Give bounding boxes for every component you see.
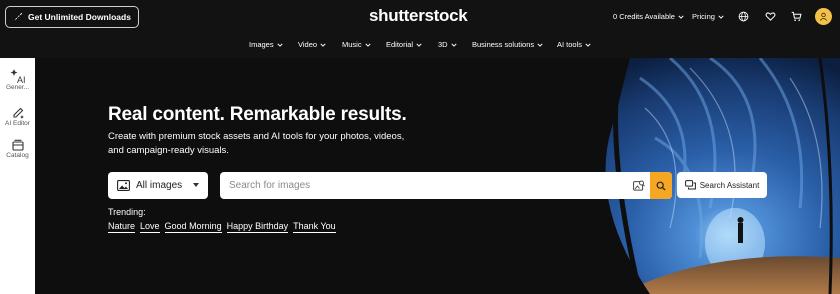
trending-list: Nature Love Good Morning Happy Birthday … — [108, 221, 336, 233]
search-assistant-label: Search Assistant — [699, 180, 760, 190]
chevron-down-icon — [585, 43, 591, 47]
globe-icon[interactable] — [738, 11, 749, 22]
image-search-icon[interactable] — [633, 180, 645, 191]
nav-label: Editorial — [386, 40, 414, 49]
trending-label: Trending: — [108, 207, 146, 217]
nav-video[interactable]: Video — [298, 40, 326, 49]
chevron-down-icon — [320, 43, 326, 47]
chevron-down-icon — [451, 43, 457, 47]
sidebar-item-label: AI Editor — [5, 120, 30, 127]
sidebar-item-generate[interactable]: AI Gener... — [0, 68, 35, 91]
chevron-down-icon — [718, 15, 724, 19]
category-nav: Images Video Music Editorial 3D Business… — [0, 36, 840, 56]
chat-icon — [684, 180, 696, 190]
nav-label: AI tools — [557, 40, 583, 49]
asset-type-value: All images — [136, 180, 183, 191]
chevron-down-icon — [277, 43, 283, 47]
nav-editorial[interactable]: Editorial — [386, 40, 422, 49]
user-icon — [819, 12, 828, 21]
nav-images[interactable]: Images — [249, 40, 283, 49]
search-bar — [220, 172, 672, 199]
hero-subline: Create with premium stock assets and AI … — [108, 131, 405, 156]
chevron-down-icon — [365, 43, 371, 47]
trending-link[interactable]: Good Morning — [164, 221, 222, 233]
nav-label: 3D — [438, 40, 448, 49]
nav-business-solutions[interactable]: Business solutions — [472, 40, 543, 49]
asset-type-select[interactable]: All images — [108, 172, 208, 199]
nav-ai-tools[interactable]: AI tools — [557, 40, 591, 49]
caret-down-icon — [193, 183, 199, 187]
image-icon — [117, 180, 130, 191]
trending-link[interactable]: Nature — [108, 221, 136, 233]
chevron-down-icon — [678, 15, 684, 19]
get-unlimited-downloads-button[interactable]: Get Unlimited Downloads — [5, 6, 139, 28]
heart-icon[interactable] — [765, 11, 776, 22]
search-icon — [656, 181, 666, 190]
sidebar-item-ai-editor[interactable]: AI Editor — [0, 106, 35, 127]
nav-label: Business solutions — [472, 40, 535, 49]
ai-editor-icon — [12, 107, 24, 119]
nav-music[interactable]: Music — [342, 40, 371, 49]
trending-link[interactable]: Thank You — [293, 221, 336, 233]
svg-text:AI: AI — [17, 75, 26, 84]
ai-sparkle-icon: AI — [10, 69, 26, 84]
search-input[interactable] — [220, 172, 630, 199]
trending-link[interactable]: Love — [140, 221, 160, 233]
search-button[interactable] — [650, 172, 672, 199]
trending-link[interactable]: Happy Birthday — [226, 221, 289, 233]
chevron-down-icon — [537, 43, 543, 47]
chevron-down-icon — [416, 43, 422, 47]
sidebar-item-label: Catalog — [6, 152, 29, 159]
nav-3d[interactable]: 3D — [438, 40, 457, 49]
nav-label: Images — [249, 40, 274, 49]
credits-label: 0 Credits Available — [613, 12, 675, 21]
side-toolbar: AI Gener... AI Editor Catalog — [0, 58, 35, 294]
pricing-menu[interactable]: Pricing — [692, 12, 724, 21]
search-assistant-button[interactable]: Search Assistant — [677, 172, 767, 198]
catalog-icon — [11, 139, 24, 151]
hero-headline: Real content. Remarkable results. — [108, 104, 407, 125]
pricing-label: Pricing — [692, 12, 715, 21]
sidebar-item-label: Gener... — [5, 84, 30, 91]
nav-label: Video — [298, 40, 318, 49]
top-bar: Get Unlimited Downloads shutterstock 0 C… — [0, 0, 840, 34]
cart-icon[interactable] — [791, 11, 802, 22]
rocket-icon — [14, 12, 23, 21]
cta-label: Get Unlimited Downloads — [28, 12, 131, 22]
nav-label: Music — [342, 40, 362, 49]
sidebar-item-catalog[interactable]: Catalog — [0, 138, 35, 159]
avatar[interactable] — [815, 8, 832, 25]
credits-menu[interactable]: 0 Credits Available — [613, 12, 684, 21]
shutterstock-logo[interactable]: shutterstock — [369, 6, 468, 26]
